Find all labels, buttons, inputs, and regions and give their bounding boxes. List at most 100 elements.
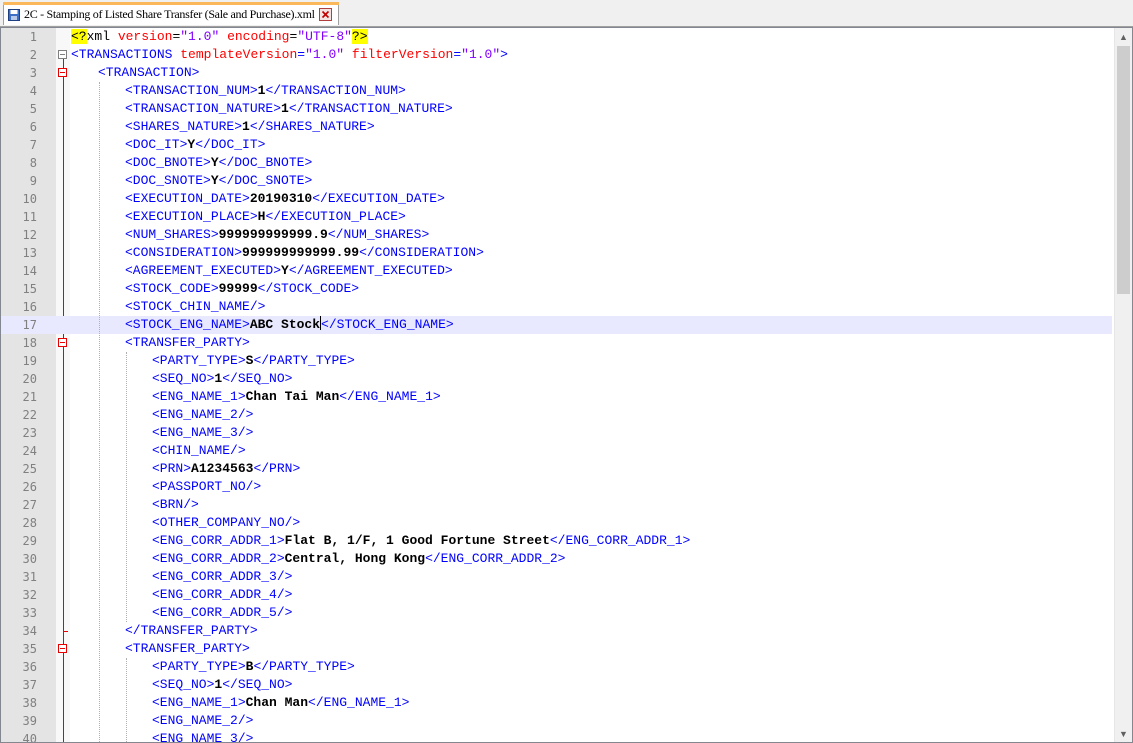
code-line: 14 <AGREEMENT_EXECUTED>Y</AGREEMENT_EXECU… [1,262,1112,280]
line-content: <CHIN_NAME/> [152,443,246,458]
line-content: <STOCK_CHIN_NAME/> [125,299,266,314]
line-number: 32 [22,588,37,602]
line-number: 26 [22,480,37,494]
line-content: <PASSPORT_NO/> [152,479,262,494]
code-line: 11 <EXECUTION_PLACE>H</EXECUTION_PLACE> [1,208,1112,226]
code-line: 39 <ENG_NAME_2/> [1,712,1112,730]
code-line: 7 <DOC_IT>Y</DOC_IT> [1,136,1112,154]
code-line: 6 <SHARES_NATURE>1</SHARES_NATURE> [1,118,1112,136]
line-content: <DOC_IT>Y</DOC_IT> [125,137,266,152]
line-number: 40 [22,732,37,743]
code-line: 40 <ENG_NAME_3/> [1,730,1112,743]
line-number: 2 [29,48,37,62]
line-content: <TRANSFER_PARTY> [125,335,250,350]
line-content: <ENG_NAME_2/> [152,713,254,728]
code-line: 13 <CONSIDERATION>999999999999.99</CONSID… [1,244,1112,262]
code-editor[interactable]: 1 <?xml version="1.0" encoding="UTF-8"?>… [0,27,1133,743]
code-line: 24 <CHIN_NAME/> [1,442,1112,460]
code-line: 12 <NUM_SHARES>999999999999.9</NUM_SHARES… [1,226,1112,244]
line-number: 5 [29,102,37,116]
line-content: <ENG_CORR_ADDR_1>Flat B, 1/F, 1 Good For… [152,533,691,548]
scroll-down-arrow-icon[interactable]: ▼ [1115,725,1132,742]
code-line: 29 <ENG_CORR_ADDR_1>Flat B, 1/F, 1 Good F… [1,532,1112,550]
indent-guide [99,82,100,742]
code-line: 35 <TRANSFER_PARTY> [1,640,1112,658]
line-content: <SEQ_NO>1</SEQ_NO> [152,371,293,386]
line-number: 7 [29,138,37,152]
line-number: 14 [22,264,37,278]
code-line: 22 <ENG_NAME_2/> [1,406,1112,424]
line-content: <PARTY_TYPE>B</PARTY_TYPE> [152,659,355,674]
code-line: 26 <PASSPORT_NO/> [1,478,1112,496]
close-icon[interactable] [318,7,332,21]
line-number: 12 [22,228,37,242]
vertical-scrollbar[interactable]: ▲ ▼ [1114,28,1132,742]
line-number: 27 [22,498,37,512]
line-content: <SEQ_NO>1</SEQ_NO> [152,677,293,692]
scroll-up-arrow-icon[interactable]: ▲ [1115,28,1132,45]
line-content: <STOCK_ENG_NAME>ABC Stock</STOCK_ENG_NAM… [125,316,454,332]
line-number: 25 [22,462,37,476]
line-content: <AGREEMENT_EXECUTED>Y</AGREEMENT_EXECUTE… [125,263,453,278]
line-number: 4 [29,84,37,98]
line-content: <BRN/> [152,497,199,512]
line-content: <TRANSFER_PARTY> [125,641,250,656]
tab-bar: 2C - Stamping of Listed Share Transfer (… [0,0,1133,27]
line-number: 11 [22,210,37,224]
indent-guide [126,352,127,622]
code-line: 2 <TRANSACTIONS templateVersion="1.0" fi… [1,46,1112,64]
line-number: 33 [22,606,37,620]
line-content: <PRN>A1234563</PRN> [152,461,301,476]
line-content: <TRANSACTION_NUM>1</TRANSACTION_NUM> [125,83,406,98]
code-line: 30 <ENG_CORR_ADDR_2>Central, Hong Kong</E… [1,550,1112,568]
line-number: 30 [22,552,37,566]
line-number: 13 [22,246,37,260]
code-line: 10 <EXECUTION_DATE>20190310</EXECUTION_DA… [1,190,1112,208]
line-content: <DOC_SNOTE>Y</DOC_SNOTE> [125,173,313,188]
active-tab-indicator [3,2,339,5]
code-line: 3 <TRANSACTION> [1,64,1112,82]
code-line: 36 <PARTY_TYPE>B</PARTY_TYPE> [1,658,1112,676]
line-content: <TRANSACTION> [98,65,200,80]
line-content: <?xml version="1.0" encoding="UTF-8"?> [71,29,368,44]
code-line: 37 <SEQ_NO>1</SEQ_NO> [1,676,1112,694]
code-line: 5 <TRANSACTION_NATURE>1</TRANSACTION_NATU… [1,100,1112,118]
line-number: 37 [22,678,37,692]
line-number: 6 [29,120,37,134]
code-line: 15 <STOCK_CODE>99999</STOCK_CODE> [1,280,1112,298]
code-line: 27 <BRN/> [1,496,1112,514]
line-number: 34 [22,624,37,638]
line-number: 21 [22,390,37,404]
scrollbar-thumb[interactable] [1117,46,1130,294]
line-content: <OTHER_COMPANY_NO/> [152,515,301,530]
file-tab[interactable]: 2C - Stamping of Listed Share Transfer (… [3,2,339,25]
code-line: 8 <DOC_BNOTE>Y</DOC_BNOTE> [1,154,1112,172]
line-content: <ENG_CORR_ADDR_4/> [152,587,293,602]
tab-title: 2C - Stamping of Listed Share Transfer (… [24,6,315,21]
code-line: 32 <ENG_CORR_ADDR_4/> [1,586,1112,604]
line-number: 35 [22,642,37,656]
line-content: <CONSIDERATION>999999999999.99</CONSIDER… [125,245,484,260]
line-number: 36 [22,660,37,674]
code-line: 34 </TRANSFER_PARTY> [1,622,1112,640]
line-number: 20 [22,372,37,386]
code-line: 4 <TRANSACTION_NUM>1</TRANSACTION_NUM> [1,82,1112,100]
line-number: 3 [29,66,37,80]
line-number: 22 [22,408,37,422]
line-content: <EXECUTION_DATE>20190310</EXECUTION_DATE… [125,191,445,206]
line-number: 9 [29,174,37,188]
line-content: <ENG_NAME_3/> [152,731,254,743]
line-number: 17 [22,318,37,332]
code-line: 20 <SEQ_NO>1</SEQ_NO> [1,370,1112,388]
floppy-disk-icon [8,8,20,21]
line-content: <ENG_CORR_ADDR_3/> [152,569,293,584]
line-number: 16 [22,300,37,314]
indent-guide [126,658,127,742]
code-line: 33 <ENG_CORR_ADDR_5/> [1,604,1112,622]
code-line: 38 <ENG_NAME_1>Chan Man</ENG_NAME_1> [1,694,1112,712]
line-content: <EXECUTION_PLACE>H</EXECUTION_PLACE> [125,209,406,224]
line-number: 29 [22,534,37,548]
code-line: 31 <ENG_CORR_ADDR_3/> [1,568,1112,586]
line-number: 23 [22,426,37,440]
code-line: 18 <TRANSFER_PARTY> [1,334,1112,352]
